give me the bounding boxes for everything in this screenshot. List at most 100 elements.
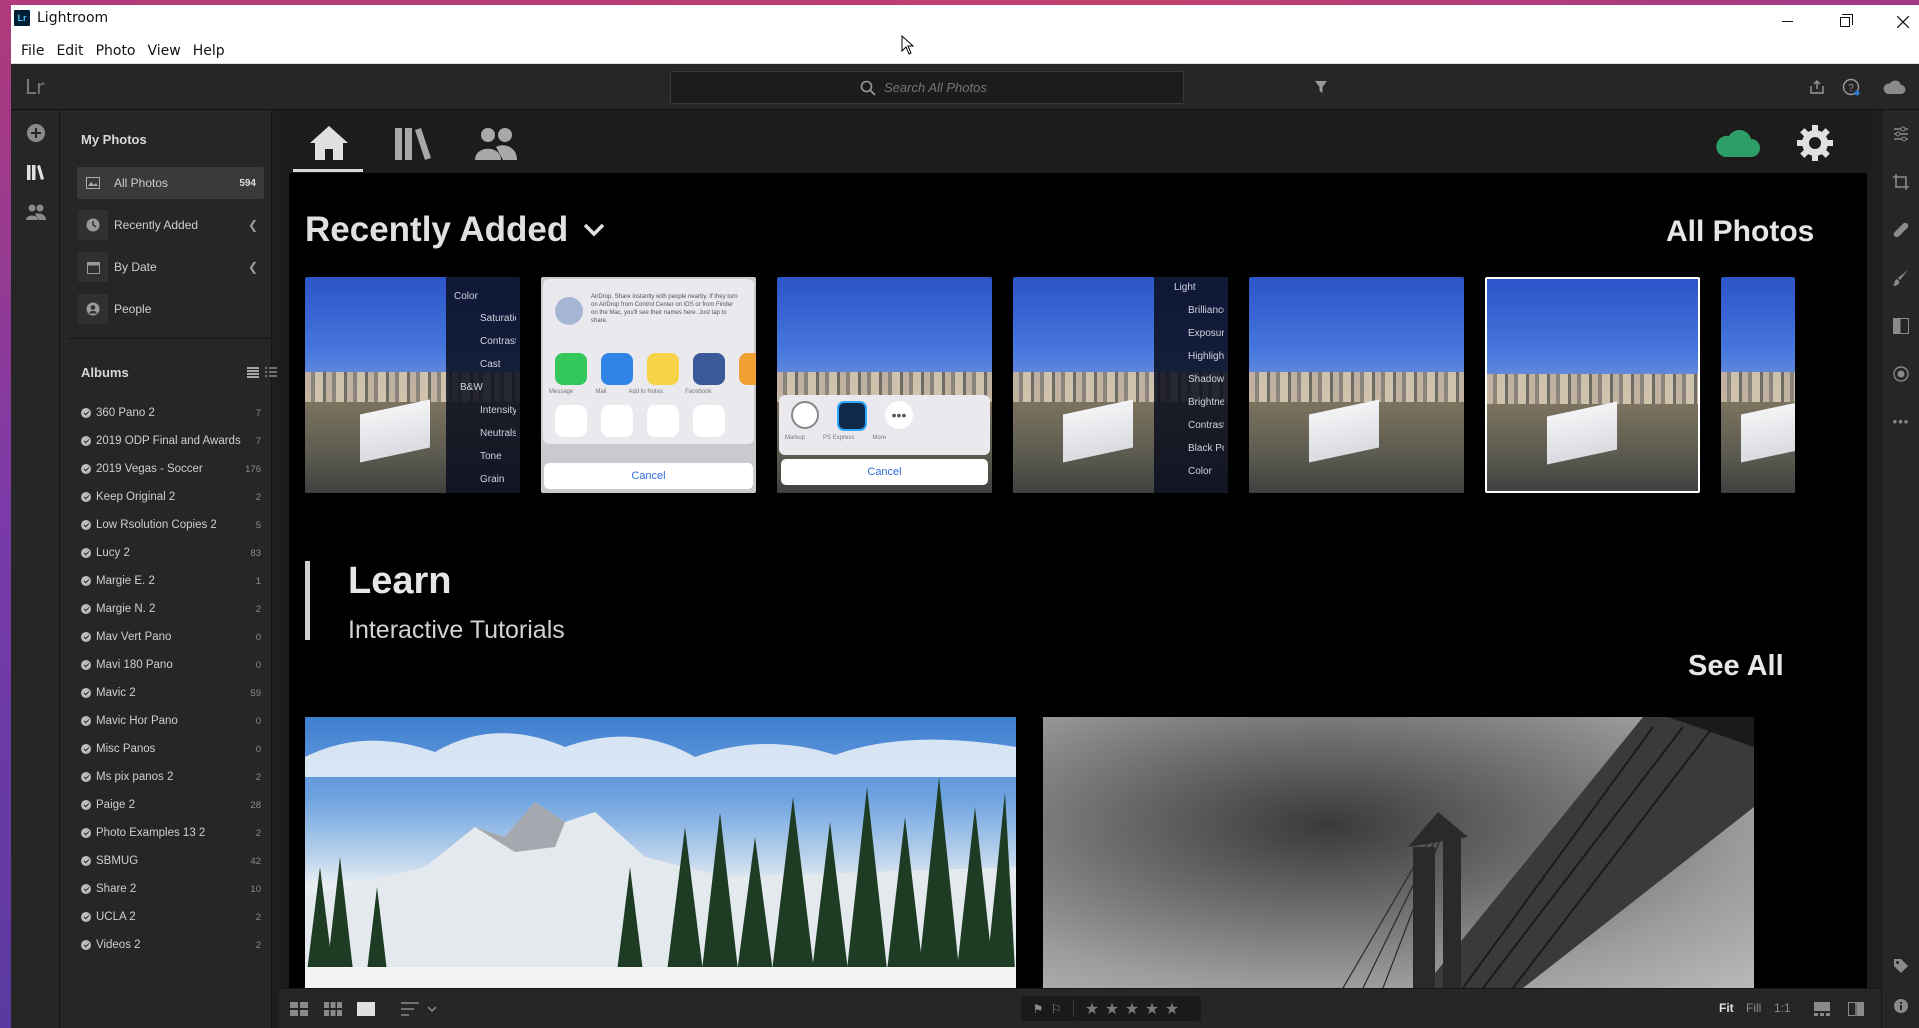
- star-5-icon[interactable]: ★: [1162, 999, 1182, 1019]
- album-item[interactable]: Mav Vert Pano 0: [81, 626, 261, 648]
- photo-thumbnail[interactable]: [1485, 277, 1700, 493]
- shared-panel-button[interactable]: [11, 192, 60, 232]
- album-item[interactable]: Misc Panos 0: [81, 738, 261, 760]
- album-synced-icon: [81, 436, 91, 446]
- messages-icon: [555, 353, 587, 385]
- cloud-icon: [1883, 80, 1906, 94]
- edit-panel-button[interactable]: [1882, 116, 1919, 152]
- all-photos-link[interactable]: All Photos: [1666, 215, 1814, 249]
- menu-edit[interactable]: Edit: [50, 43, 89, 59]
- brush-button[interactable]: [1882, 260, 1919, 296]
- album-item[interactable]: 360 Pano 2 7: [81, 402, 261, 424]
- album-item[interactable]: Mavic 2 59: [81, 682, 261, 704]
- detail-list-icon[interactable]: [265, 365, 277, 383]
- pick-flag-icon[interactable]: ⚑: [1029, 1002, 1047, 1016]
- album-item[interactable]: Videos 2 2: [81, 934, 261, 956]
- album-item[interactable]: 2019 ODP Final and Awards 7: [81, 430, 261, 452]
- album-name: Mavi 180 Pano: [96, 659, 173, 671]
- square-grid-button[interactable]: [289, 1001, 309, 1017]
- radial-gradient-button[interactable]: [1882, 356, 1919, 392]
- tutorial-card[interactable]: [305, 717, 1016, 988]
- cloud-sync-button[interactable]: [1705, 118, 1769, 168]
- filter-button[interactable]: [1311, 77, 1331, 97]
- album-item[interactable]: Lucy 2 83: [81, 542, 261, 564]
- photo-thumbnail[interactable]: [1249, 277, 1464, 493]
- photo-thumbnail[interactable]: AirDrop. Share instantly with people nea…: [541, 277, 756, 493]
- more-tools-button[interactable]: •••: [1882, 403, 1919, 439]
- fit-mode-button[interactable]: Fit: [1719, 1001, 1734, 1015]
- info-button[interactable]: [1882, 988, 1919, 1024]
- search-box[interactable]: [670, 71, 1184, 104]
- keywords-button[interactable]: [1882, 948, 1919, 984]
- filmstrip-button[interactable]: [1813, 1001, 1831, 1017]
- album-item[interactable]: Paige 2 28: [81, 794, 261, 816]
- see-all-link[interactable]: See All: [1688, 650, 1784, 683]
- share-button[interactable]: [1807, 77, 1827, 97]
- my-photos-panel-button[interactable]: [11, 152, 60, 192]
- album-item[interactable]: Share 2 10: [81, 878, 261, 900]
- album-item[interactable]: SBMUG 42: [81, 850, 261, 872]
- reject-flag-icon[interactable]: ⚐: [1047, 1002, 1065, 1016]
- album-item[interactable]: Margie N. 2 2: [81, 598, 261, 620]
- add-photos-button[interactable]: [11, 113, 60, 153]
- edit-panel-overlay: Color Saturation Contrast Cast B&W Inten…: [446, 277, 520, 493]
- add-circle-icon: [26, 124, 45, 142]
- album-item[interactable]: 2019 Vegas - Soccer 176: [81, 458, 261, 480]
- nav-recently-added[interactable]: Recently Added ❮: [77, 209, 264, 241]
- close-button[interactable]: [1874, 5, 1919, 38]
- star-3-icon[interactable]: ★: [1122, 999, 1142, 1019]
- nav-people[interactable]: People: [77, 293, 264, 325]
- album-name: 2019 ODP Final and Awards: [96, 435, 241, 447]
- detail-view-button[interactable]: [356, 1001, 376, 1017]
- menu-help[interactable]: Help: [187, 43, 231, 59]
- tutorial-card[interactable]: [1043, 717, 1754, 988]
- photo-thumbnail[interactable]: Color Saturation Contrast Cast B&W Inten…: [305, 277, 520, 493]
- album-item[interactable]: Mavi 180 Pano 0: [81, 654, 261, 676]
- expand-chevron-icon[interactable]: ❮: [248, 260, 258, 274]
- nav-by-date[interactable]: By Date ❮: [77, 251, 264, 283]
- sort-button[interactable]: [399, 1001, 439, 1017]
- restore-button[interactable]: [1816, 5, 1874, 38]
- tab-library[interactable]: [381, 118, 445, 168]
- album-item[interactable]: Mavic Hor Pano 0: [81, 710, 261, 732]
- album-item[interactable]: Keep Original 2 2: [81, 486, 261, 508]
- compare-button[interactable]: [1847, 1001, 1865, 1017]
- mouse-cursor-icon: [901, 35, 915, 55]
- star-2-icon[interactable]: ★: [1102, 999, 1122, 1019]
- library-icon: [395, 128, 431, 160]
- minimize-button[interactable]: [1758, 5, 1816, 38]
- star-4-icon[interactable]: ★: [1142, 999, 1162, 1019]
- album-item[interactable]: UCLA 2 2: [81, 906, 261, 928]
- recently-added-header[interactable]: Recently Added: [305, 210, 606, 250]
- home-content: Recently Added All Photos Color Saturati…: [289, 173, 1867, 988]
- album-item[interactable]: Margie E. 2 1: [81, 570, 261, 592]
- menu-photo[interactable]: Photo: [90, 43, 142, 59]
- album-synced-icon: [81, 464, 91, 474]
- help-button[interactable]: ?: [1841, 77, 1861, 97]
- photo-grid-button[interactable]: [323, 1001, 343, 1017]
- list-view-icon[interactable]: [247, 365, 259, 383]
- photo-thumbnail[interactable]: Light Brilliance Exposure Highlights Sha…: [1013, 277, 1228, 493]
- settings-button[interactable]: [1783, 118, 1847, 168]
- photo-thumbnail[interactable]: ••• Markup PS Express More Cancel: [777, 277, 992, 493]
- menu-view[interactable]: View: [142, 43, 187, 59]
- expand-chevron-icon[interactable]: ❮: [248, 218, 258, 232]
- cloud-status-button[interactable]: [1881, 77, 1907, 97]
- nav-all-photos[interactable]: All Photos 594: [77, 167, 264, 199]
- album-item[interactable]: Photo Examples 13 2 2: [81, 822, 261, 844]
- fill-mode-button[interactable]: Fill: [1746, 1001, 1761, 1015]
- star-1-icon[interactable]: ★: [1082, 999, 1102, 1019]
- search-input[interactable]: [884, 80, 994, 95]
- healing-button[interactable]: [1882, 212, 1919, 248]
- linear-gradient-button[interactable]: [1882, 308, 1919, 344]
- menu-file[interactable]: File: [15, 43, 50, 59]
- one-to-one-mode-button[interactable]: 1:1: [1774, 1001, 1791, 1015]
- album-item[interactable]: Ms pix panos 2 2: [81, 766, 261, 788]
- tab-home[interactable]: [297, 118, 361, 168]
- people-icon: [25, 204, 46, 220]
- panel-line: Light: [1174, 282, 1196, 293]
- photo-thumbnail[interactable]: [1721, 277, 1795, 493]
- album-item[interactable]: Low Rsolution Copies 2 5: [81, 514, 261, 536]
- crop-button[interactable]: [1882, 164, 1919, 200]
- tab-people[interactable]: [464, 118, 528, 168]
